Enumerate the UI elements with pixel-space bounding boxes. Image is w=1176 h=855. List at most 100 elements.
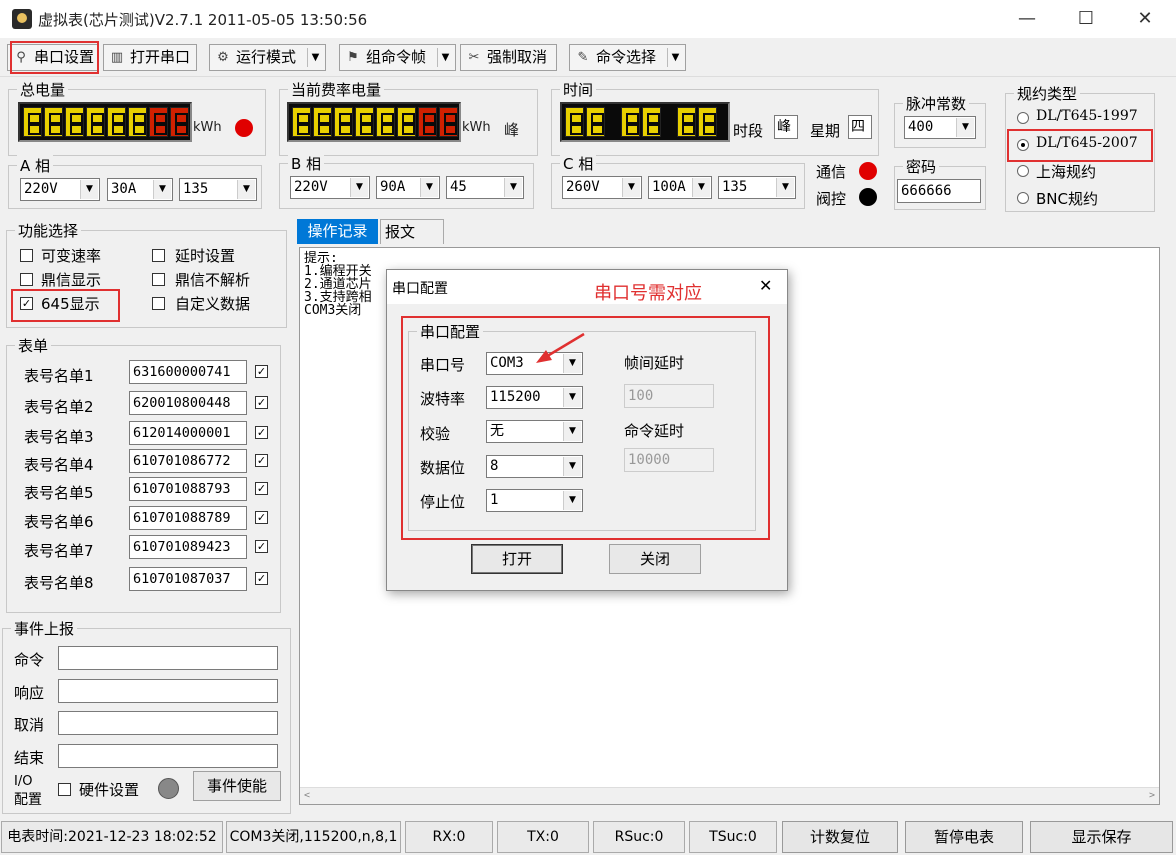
meter-number-input[interactable]: 620010800448	[129, 391, 247, 415]
current-rate-group: 当前费率电量 kWh 峰	[279, 79, 538, 156]
close-button[interactable]: ✕	[1122, 4, 1168, 34]
databits-select[interactable]: 8 ▼	[486, 455, 583, 478]
chevron-down-icon[interactable]: ▼	[437, 48, 453, 67]
group-frame-button[interactable]: ⚑ 组命令帧 ▼	[339, 44, 456, 71]
checkbox-hw-setting[interactable]	[58, 783, 71, 796]
open-serial-button[interactable]: ▥ 打开串口	[103, 44, 197, 71]
serial-setup-highlight	[10, 41, 99, 74]
chevron-down-icon: ▼	[153, 180, 171, 199]
chevron-down-icon: ▼	[563, 491, 581, 510]
meter-number-input[interactable]: 610701088793	[129, 477, 247, 501]
status-port-info: COM3关闭,115200,n,8,1	[226, 821, 401, 853]
meter-enable-checkbox[interactable]: ✓	[255, 426, 268, 439]
horizontal-scrollbar[interactable]: < >	[300, 787, 1159, 804]
chevron-down-icon[interactable]: ▼	[667, 48, 683, 67]
phase-c-group: C 相 260V ▼ 100A ▼ 135 ▼	[551, 153, 805, 209]
tab-log[interactable]: 操作记录	[297, 219, 378, 244]
save-display-button[interactable]: 显示保存	[1030, 821, 1173, 853]
event-resp-field[interactable]	[58, 679, 278, 703]
reset-count-button[interactable]: 计数复位	[782, 821, 898, 853]
meter-number-input[interactable]: 610701086772	[129, 449, 247, 473]
checkbox-custom-data[interactable]	[152, 297, 165, 310]
cancel-icon: ✂	[468, 50, 480, 65]
event-report-label: 事件上报	[11, 618, 78, 639]
meter-enable-checkbox[interactable]: ✓	[255, 572, 268, 585]
phase-c-angle-select[interactable]: 135 ▼	[718, 176, 796, 199]
protocol-option-bnc[interactable]: BNC规约	[1036, 188, 1098, 209]
chevron-down-icon: ▼	[504, 178, 522, 197]
pulse-select[interactable]: 400 ▼	[904, 116, 976, 139]
scroll-left-icon[interactable]: <	[304, 789, 310, 802]
open-button[interactable]: 打开	[471, 544, 563, 574]
force-cancel-button[interactable]: ✂ 强制取消	[460, 44, 557, 71]
phase-a-angle-select[interactable]: 135 ▼	[179, 178, 257, 201]
phase-b-voltage-select[interactable]: 220V ▼	[290, 176, 370, 199]
command-select-button[interactable]: ✎ 命令选择 ▼	[569, 44, 686, 71]
baud-select[interactable]: 115200 ▼	[486, 386, 583, 409]
meter-row-label: 表号名单4	[24, 456, 94, 474]
protocol-radio-bnc[interactable]	[1017, 192, 1029, 204]
maximize-button[interactable]: ☐	[1063, 4, 1109, 34]
delay-setting-label[interactable]: 延时设置	[175, 245, 235, 266]
chevron-down-icon[interactable]: ▼	[307, 48, 323, 67]
io-config-label-line2: 配置	[14, 792, 42, 808]
phase-c-current-select[interactable]: 100A ▼	[648, 176, 712, 199]
phase-b-current-select[interactable]: 90A ▼	[376, 176, 440, 199]
meter-enable-checkbox[interactable]: ✓	[255, 482, 268, 495]
phase-a-voltage-select[interactable]: 220V ▼	[20, 178, 100, 201]
databits-label: 数据位	[420, 459, 466, 477]
meter-enable-checkbox[interactable]: ✓	[255, 454, 268, 467]
pause-meter-button[interactable]: 暂停电表	[905, 821, 1023, 853]
meter-enable-checkbox[interactable]: ✓	[255, 365, 268, 378]
meter-row-label: 表号名单5	[24, 484, 94, 502]
custom-data-label[interactable]: 自定义数据	[175, 293, 250, 314]
protocol-radio-1997[interactable]	[1017, 112, 1029, 124]
meter-enable-checkbox[interactable]: ✓	[255, 540, 268, 553]
edit-icon: ✎	[577, 50, 589, 65]
status-bar: 电表时间:2021-12-23 18:02:52 COM3关闭,115200,n…	[0, 819, 1176, 855]
stopbits-select[interactable]: 1 ▼	[486, 489, 583, 512]
meter-enable-checkbox[interactable]: ✓	[255, 396, 268, 409]
dingxin-display-label[interactable]: 鼎信显示	[41, 269, 101, 290]
scroll-right-icon[interactable]: >	[1149, 789, 1155, 802]
frame-delay-input[interactable]: 100	[624, 384, 714, 408]
event-end-field[interactable]	[58, 744, 278, 768]
event-cmd-field[interactable]	[58, 646, 278, 670]
dialog-close-button[interactable]: 关闭	[609, 544, 701, 574]
protocol-radio-shanghai[interactable]	[1017, 165, 1029, 177]
meter-enable-checkbox[interactable]: ✓	[255, 511, 268, 524]
phase-a-current-select[interactable]: 30A ▼	[107, 178, 173, 201]
checkbox-dingxin-noparse[interactable]	[152, 273, 165, 286]
phase-b-angle-select[interactable]: 45 ▼	[446, 176, 524, 199]
current-rate-display	[287, 102, 461, 142]
password-input[interactable]: 666666	[897, 179, 981, 203]
tab-message[interactable]: 报文	[380, 219, 444, 244]
meter-number-input[interactable]: 610701088789	[129, 506, 247, 530]
meter-number-input[interactable]: 612014000001	[129, 421, 247, 445]
event-enable-button[interactable]: 事件使能	[193, 771, 281, 801]
dialog-close-icon[interactable]: ✕	[759, 276, 772, 295]
current-rate-label: 当前费率电量	[288, 79, 385, 100]
time-display	[560, 102, 730, 142]
protocol-option-1997[interactable]: DL/T645-1997	[1036, 108, 1138, 124]
checkbox-delay-setting[interactable]	[152, 249, 165, 262]
checkbox-variable-rate[interactable]	[20, 249, 33, 262]
parity-label: 校验	[420, 425, 451, 443]
variable-rate-label[interactable]: 可变速率	[41, 245, 101, 266]
phase-c-voltage-select[interactable]: 260V ▼	[562, 176, 642, 199]
run-mode-button[interactable]: ⚙ 运行模式 ▼	[209, 44, 326, 71]
event-cancel-field[interactable]	[58, 711, 278, 735]
protocol-option-shanghai[interactable]: 上海规约	[1036, 161, 1096, 182]
total-energy-unit: kWh	[193, 120, 222, 135]
meter-number-input[interactable]: 631600000741	[129, 360, 247, 384]
meter-number-input[interactable]: 610701087037	[129, 567, 247, 591]
window-title: 虚拟表(芯片测试)V2.7.1 2011-05-05 13:50:56	[38, 11, 368, 29]
cmd-delay-input[interactable]: 10000	[624, 448, 714, 472]
checkbox-dingxin-display[interactable]	[20, 273, 33, 286]
hw-setting-label[interactable]: 硬件设置	[79, 779, 139, 800]
minimize-button[interactable]: —	[1004, 4, 1050, 34]
vertical-scrollbar[interactable]	[1160, 247, 1175, 805]
dingxin-noparse-label[interactable]: 鼎信不解析	[175, 269, 250, 290]
parity-select[interactable]: 无 ▼	[486, 420, 583, 443]
meter-number-input[interactable]: 610701089423	[129, 535, 247, 559]
